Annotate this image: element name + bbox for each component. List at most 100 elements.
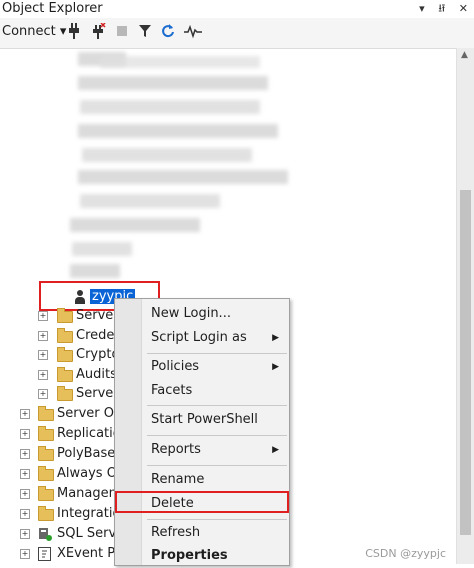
menu-separator xyxy=(147,353,287,354)
folder-icon xyxy=(38,426,54,441)
tree-item-server-roles[interactable]: + Server xyxy=(38,306,119,326)
tree-item-credentials[interactable]: + Creder xyxy=(38,326,120,346)
tree-item-label: PolyBase xyxy=(57,446,116,461)
tree-item-label: Managem xyxy=(57,486,122,501)
delete-highlight-box xyxy=(115,491,289,513)
panel-title: Object Explorer xyxy=(2,1,103,16)
stop-icon[interactable] xyxy=(116,23,128,44)
connect-label: Connect xyxy=(2,24,56,39)
redacted-area xyxy=(78,170,288,184)
redacted-area xyxy=(78,76,268,90)
refresh-icon[interactable] xyxy=(161,23,175,44)
redacted-area xyxy=(80,194,220,208)
window-position-dropdown-icon[interactable]: ▾ xyxy=(419,2,425,15)
submenu-arrow-icon: ▶ xyxy=(272,445,279,455)
expand-icon[interactable]: + xyxy=(38,331,48,341)
tree-item-sql-server-agent[interactable]: + SQL Serve xyxy=(20,524,124,544)
expand-icon[interactable]: + xyxy=(20,509,30,519)
redacted-area xyxy=(100,56,260,68)
menu-item-refresh[interactable]: Refresh xyxy=(151,524,200,542)
expand-icon[interactable]: + xyxy=(38,370,48,380)
context-menu: New Login... Script Login as ▶ Policies … xyxy=(114,298,290,566)
scrollbar-thumb[interactable] xyxy=(460,190,471,535)
expand-icon[interactable]: + xyxy=(20,409,30,419)
expand-icon[interactable]: + xyxy=(20,449,30,459)
menu-separator xyxy=(147,435,287,436)
connect-button[interactable]: Connect ▾ xyxy=(2,24,66,39)
menu-item-start-powershell[interactable]: Start PowerShell xyxy=(151,411,258,429)
expand-icon[interactable]: + xyxy=(20,429,30,439)
close-icon[interactable]: ✕ xyxy=(459,2,468,15)
menu-icon-gutter xyxy=(115,299,142,565)
tree-item-label: Server xyxy=(76,386,119,401)
folder-icon xyxy=(38,466,54,481)
object-explorer-toolbar: Connect ▾ xyxy=(0,18,474,49)
folder-icon xyxy=(38,406,54,421)
tree-item-replication[interactable]: + Replicatio xyxy=(20,424,121,444)
tree-item-label: Audits xyxy=(76,367,117,382)
menu-item-new-login[interactable]: New Login... xyxy=(151,305,231,323)
menu-item-facets[interactable]: Facets xyxy=(151,382,192,400)
tree-item-server-objects[interactable]: + Server Ob xyxy=(20,404,122,424)
redacted-area xyxy=(70,264,120,278)
redacted-area xyxy=(82,148,252,162)
menu-separator xyxy=(147,519,287,520)
expand-icon[interactable]: + xyxy=(20,489,30,499)
expand-icon[interactable]: + xyxy=(20,469,30,479)
tree-item-integration[interactable]: + Integratio xyxy=(20,504,120,524)
submenu-arrow-icon: ▶ xyxy=(272,362,279,372)
tree-item-label: Always Or xyxy=(57,466,123,481)
vertical-scrollbar[interactable]: ▲ xyxy=(456,48,474,564)
redacted-area xyxy=(80,100,260,114)
tree-item-label: Crypto xyxy=(76,347,120,362)
tree-item-cryptographic[interactable]: + Crypto xyxy=(38,345,119,365)
folder-icon xyxy=(57,386,73,401)
plug-icon[interactable] xyxy=(68,23,80,44)
expand-icon[interactable]: + xyxy=(38,350,48,360)
tree-item-label: Server Ob xyxy=(57,406,123,421)
tree-item-audits[interactable]: + Audits xyxy=(38,365,117,385)
activity-icon[interactable] xyxy=(184,23,202,44)
menu-separator xyxy=(147,465,287,466)
chevron-down-icon: ▾ xyxy=(59,24,67,39)
watermark: CSDN @zyypjc xyxy=(365,547,446,560)
folder-icon xyxy=(57,367,73,382)
expand-icon[interactable]: + xyxy=(38,311,48,321)
menu-item-delete[interactable]: Delete xyxy=(151,495,194,513)
expand-icon[interactable]: + xyxy=(38,389,48,399)
title-bar-controls: ▾ ⭿ ✕ xyxy=(409,0,468,18)
folder-icon xyxy=(38,446,54,461)
tree-item-label: Replicatio xyxy=(57,426,121,441)
object-explorer-title-bar: Object Explorer ▾ ⭿ ✕ xyxy=(0,0,474,19)
user-icon xyxy=(74,290,86,304)
tree-item-label: Integratio xyxy=(57,506,121,521)
menu-item-properties[interactable]: Properties xyxy=(151,547,228,565)
tree-item-polybase[interactable]: + PolyBase xyxy=(20,444,115,464)
tree-item-management[interactable]: + Managem xyxy=(20,484,121,504)
menu-item-script-login-as[interactable]: Script Login as xyxy=(151,329,247,347)
pin-icon[interactable]: ⭿ xyxy=(438,2,445,15)
tree-item-xevent-profiler[interactable]: + XEvent Pro xyxy=(20,544,128,564)
menu-item-policies[interactable]: Policies xyxy=(151,358,199,376)
expand-icon[interactable]: + xyxy=(20,529,30,539)
menu-item-rename[interactable]: Rename xyxy=(151,471,204,489)
expand-icon[interactable]: + xyxy=(20,549,30,559)
menu-item-reports[interactable]: Reports xyxy=(151,441,201,459)
folder-icon xyxy=(38,486,54,501)
xevent-icon xyxy=(38,547,52,568)
disconnect-icon[interactable] xyxy=(92,22,106,44)
redacted-area xyxy=(72,242,132,256)
folder-icon xyxy=(57,328,73,343)
tree-item-server-audit-specs[interactable]: + Server xyxy=(38,384,119,404)
folder-icon xyxy=(57,347,73,362)
scroll-up-icon[interactable]: ▲ xyxy=(461,50,468,60)
folder-icon xyxy=(57,308,73,323)
submenu-arrow-icon: ▶ xyxy=(272,333,279,343)
tree-item-always-on[interactable]: + Always Or xyxy=(20,464,122,484)
filter-icon[interactable] xyxy=(138,23,152,44)
redacted-area xyxy=(70,218,200,232)
tree-item-label: Server xyxy=(76,308,119,323)
redacted-area xyxy=(78,124,278,138)
menu-separator xyxy=(147,405,287,406)
folder-icon xyxy=(38,506,54,521)
